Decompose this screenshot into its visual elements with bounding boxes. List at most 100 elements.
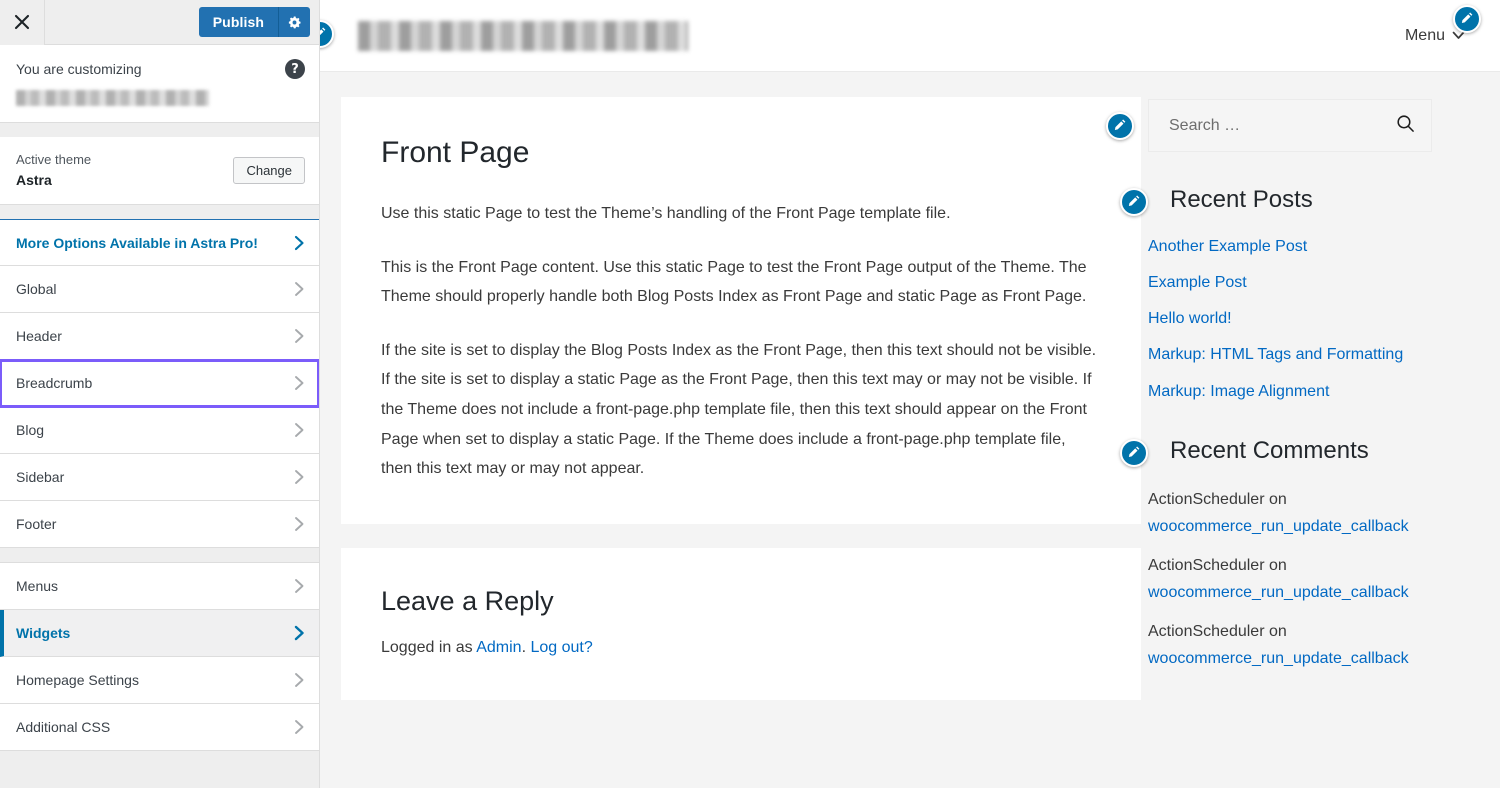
pencil-icon xyxy=(1128,195,1140,207)
search-form xyxy=(1148,99,1432,152)
close-customizer-button[interactable] xyxy=(0,0,45,45)
sidebar-item-label: Menus xyxy=(16,578,59,595)
content-column: Front Page Use this static Page to test … xyxy=(320,72,1141,788)
comment-post-link[interactable]: woocommerce_run_update_callback xyxy=(1148,645,1432,672)
site-name-redacted xyxy=(16,90,209,106)
panel-divider xyxy=(0,123,319,137)
paragraph: Use this static Page to test the Theme’s… xyxy=(381,205,951,222)
sidebar-item-label: Homepage Settings xyxy=(16,672,139,689)
comment-post-link[interactable]: woocommerce_run_update_callback xyxy=(1148,579,1432,606)
entry-content: Use this static Page to test the Theme’s… xyxy=(381,199,1101,484)
sidebar-item-label: More Options Available in Astra Pro! xyxy=(16,234,258,251)
sidebar-item-menus[interactable]: Menus xyxy=(0,563,319,611)
list-item: Markup: HTML Tags and Formatting xyxy=(1148,343,1432,366)
chevron-right-icon xyxy=(294,235,305,251)
customizer-screen: Publish You are customizing ? Active the… xyxy=(0,0,1500,788)
menu-label: Menu xyxy=(1404,26,1445,44)
front-page-article: Front Page Use this static Page to test … xyxy=(341,97,1141,524)
list-item: ActionScheduler on woocommerce_run_updat… xyxy=(1148,486,1432,540)
customizing-label: You are customizing xyxy=(16,61,142,77)
sidebar-item-label: Breadcrumb xyxy=(16,375,93,392)
customizer-actions: Publish xyxy=(198,7,319,37)
chevron-right-icon xyxy=(294,672,305,688)
widget-search xyxy=(1106,99,1432,152)
help-icon[interactable]: ? xyxy=(285,59,305,79)
edit-shortcut-menu[interactable] xyxy=(1453,4,1481,33)
widget-recent-posts: Recent Posts Another Example Post Exampl… xyxy=(1120,186,1432,403)
chevron-right-icon xyxy=(294,422,305,438)
page-title: Front Page xyxy=(381,136,530,169)
publish-group: Publish xyxy=(198,7,310,37)
sidebar-item-sidebar[interactable]: Sidebar xyxy=(0,454,319,502)
logged-in-prefix: Logged in as xyxy=(381,638,477,656)
customizer-panel-list: More Options Available in Astra Pro! Glo… xyxy=(0,219,319,788)
customizer-header: Publish xyxy=(0,0,319,45)
list-item: ActionScheduler on woocommerce_run_updat… xyxy=(1148,618,1432,672)
site-menu-toggle[interactable]: Menu xyxy=(1404,4,1481,45)
chevron-right-icon xyxy=(294,281,305,297)
close-icon xyxy=(14,14,30,30)
sidebar-item-label: Sidebar xyxy=(16,469,65,486)
active-theme-info: Active theme Astra xyxy=(16,150,91,191)
recent-comments-list: ActionScheduler on woocommerce_run_updat… xyxy=(1148,486,1432,673)
recent-post-link[interactable]: Hello world! xyxy=(1148,310,1232,327)
logged-in-as: Logged in as Admin. Log out? xyxy=(381,635,1101,661)
customizer-sidebar: Publish You are customizing ? Active the… xyxy=(0,0,320,788)
pencil-icon xyxy=(1114,119,1126,131)
chevron-right-icon xyxy=(294,578,305,594)
active-theme-row: Active theme Astra Change xyxy=(0,137,319,206)
recent-post-link[interactable]: Markup: HTML Tags and Formatting xyxy=(1148,346,1403,363)
sidebar-item-widgets[interactable]: Widgets xyxy=(0,610,319,658)
sidebar-item-label: Blog xyxy=(16,422,45,439)
sidebar-item-label: Header xyxy=(16,328,62,345)
panel-group-separator xyxy=(0,548,319,564)
change-theme-button[interactable]: Change xyxy=(233,157,305,185)
edit-shortcut-site-identity[interactable] xyxy=(320,20,334,48)
active-theme-name: Astra xyxy=(16,172,52,189)
sidebar-item-global[interactable]: Global xyxy=(0,266,319,314)
comment-author: ActionScheduler on xyxy=(1148,623,1287,641)
edit-shortcut-search-widget[interactable] xyxy=(1106,112,1134,140)
search-icon[interactable] xyxy=(1396,114,1415,138)
sidebar-item-blog[interactable]: Blog xyxy=(0,407,319,455)
active-theme-label: Active theme xyxy=(16,152,92,167)
widget-title: Recent Posts xyxy=(1170,186,1313,213)
site-preview: Menu Front Page Use this static Page to … xyxy=(320,0,1500,788)
recent-post-link[interactable]: Markup: Image Alignment xyxy=(1148,383,1329,400)
edit-shortcut-recent-posts-widget[interactable] xyxy=(1120,188,1148,216)
recent-posts-list: Another Example Post Example Post Hello … xyxy=(1148,235,1432,403)
sidebar-item-header[interactable]: Header xyxy=(0,313,319,361)
sidebar-item-homepage-settings[interactable]: Homepage Settings xyxy=(0,657,319,705)
sidebar-item-breadcrumb[interactable]: Breadcrumb xyxy=(0,359,319,409)
list-item: Example Post xyxy=(1148,271,1432,294)
edit-shortcut-recent-comments-widget[interactable] xyxy=(1120,438,1148,467)
list-item: Markup: Image Alignment xyxy=(1148,380,1432,403)
publish-settings-button[interactable] xyxy=(278,7,310,37)
customizing-info: You are customizing ? xyxy=(0,45,319,123)
chevron-right-icon xyxy=(294,469,305,485)
paragraph: If the site is set to display the Blog P… xyxy=(381,341,1097,478)
profile-link[interactable]: Admin xyxy=(476,639,521,656)
list-item: ActionScheduler on woocommerce_run_updat… xyxy=(1148,552,1432,606)
sidebar-item-additional-css[interactable]: Additional CSS xyxy=(0,704,319,752)
recent-post-link[interactable]: Another Example Post xyxy=(1148,238,1307,255)
recent-post-link[interactable]: Example Post xyxy=(1148,274,1247,291)
site-header: Menu xyxy=(320,0,1500,72)
publish-button[interactable]: Publish xyxy=(198,7,278,37)
list-item: Another Example Post xyxy=(1148,235,1432,258)
gear-icon xyxy=(288,16,301,28)
site-title-redacted xyxy=(358,20,688,51)
pencil-icon xyxy=(320,27,326,36)
panel-divider-2 xyxy=(0,205,319,220)
comment-post-link[interactable]: woocommerce_run_update_callback xyxy=(1148,513,1432,540)
logout-link[interactable]: Log out? xyxy=(530,639,592,656)
sidebar-item-footer[interactable]: Footer xyxy=(0,501,319,549)
widget-title: Recent Comments xyxy=(1170,436,1369,464)
leave-reply-title: Leave a Reply xyxy=(381,585,554,616)
sidebar-item-label: Global xyxy=(16,281,57,298)
chevron-right-icon xyxy=(294,719,305,735)
comment-respond: Leave a Reply Logged in as Admin. Log ou… xyxy=(341,547,1141,701)
search-input[interactable] xyxy=(1167,115,1396,136)
sidebar-item-astra-pro[interactable]: More Options Available in Astra Pro! xyxy=(0,219,319,267)
widget-sidebar: Recent Posts Another Example Post Exampl… xyxy=(1106,72,1460,788)
